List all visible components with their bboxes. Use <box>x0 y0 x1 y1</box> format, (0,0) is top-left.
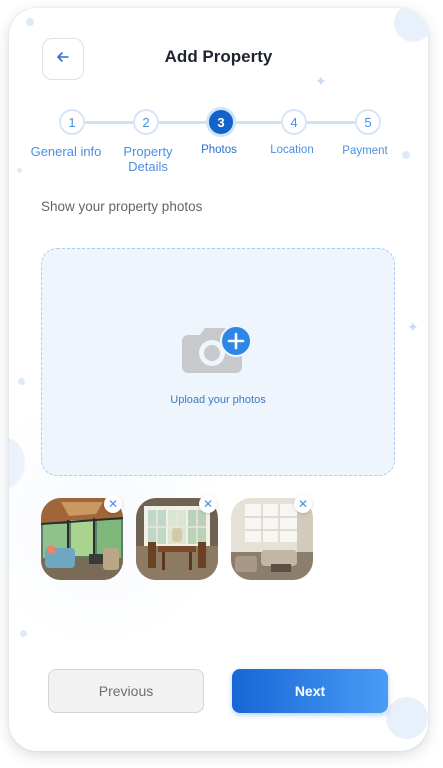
step-3-label: Photos <box>201 144 237 156</box>
remove-photo-2-button[interactable]: ✕ <box>199 495 217 513</box>
step-3-circle[interactable]: 3 <box>206 107 236 137</box>
step-4-label: Location <box>270 144 314 156</box>
decor-dot <box>20 630 27 637</box>
decor-dot <box>18 378 25 385</box>
add-property-screen: ✦ ✦ Add Property 1 2 3 4 5 General info … <box>9 8 428 751</box>
decor-circle <box>386 697 428 739</box>
remove-photo-3-button[interactable]: ✕ <box>294 495 312 513</box>
previous-button[interactable]: Previous <box>48 669 204 713</box>
camera-add-icon <box>182 323 254 380</box>
decor-star: ✦ <box>315 73 327 89</box>
decor-circle <box>394 8 428 42</box>
close-icon: ✕ <box>202 497 214 511</box>
section-subtitle: Show your property photos <box>41 199 203 214</box>
step-1-circle[interactable]: 1 <box>59 109 85 135</box>
step-1-label: General info <box>30 144 102 159</box>
photo-upload-dropzone[interactable]: Upload your photos <box>41 248 395 476</box>
step-2-circle[interactable]: 2 <box>133 109 159 135</box>
close-icon: ✕ <box>297 497 309 511</box>
decor-dot <box>17 168 22 173</box>
step-4-circle[interactable]: 4 <box>281 109 307 135</box>
next-button[interactable]: Next <box>232 669 388 713</box>
decor-dot <box>26 18 34 26</box>
step-5-circle[interactable]: 5 <box>355 109 381 135</box>
upload-label: Upload your photos <box>170 394 266 406</box>
step-5-label: Payment <box>342 145 388 157</box>
close-icon: ✕ <box>107 497 119 511</box>
page-title: Add Property <box>164 47 273 66</box>
decor-star: ✦ <box>407 319 419 335</box>
remove-photo-1-button[interactable]: ✕ <box>104 495 122 513</box>
